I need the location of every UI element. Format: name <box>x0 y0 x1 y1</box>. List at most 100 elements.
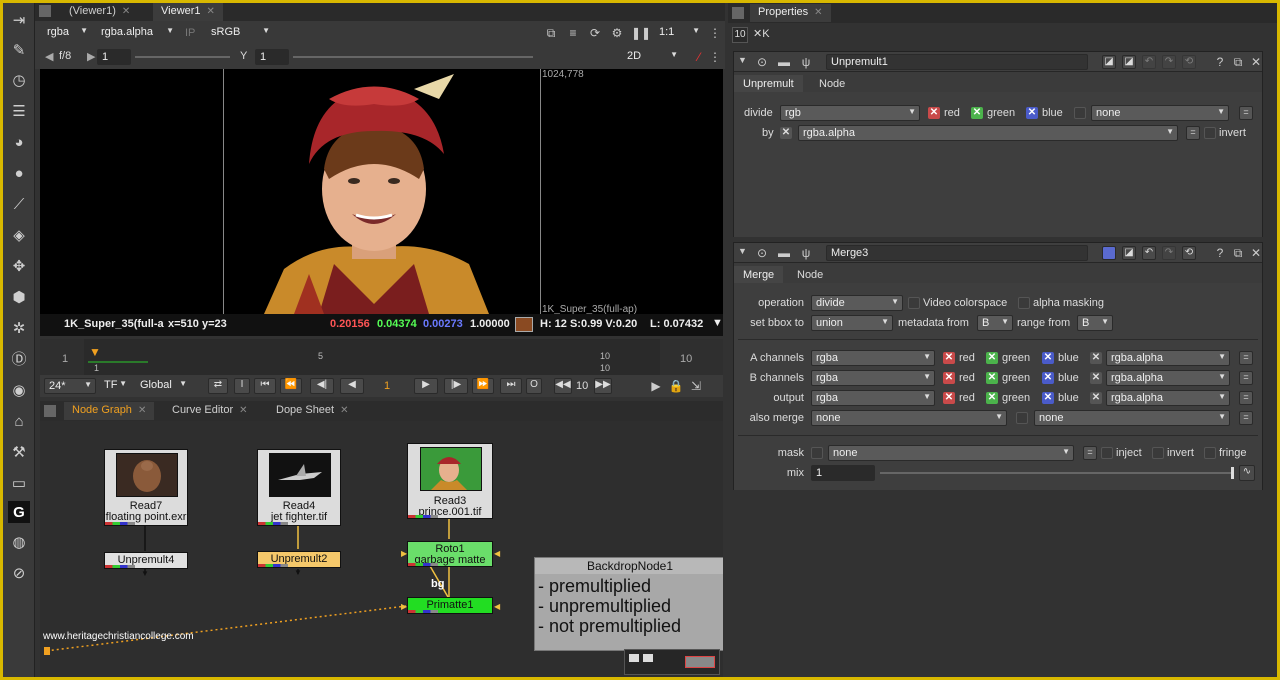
deep-tool-icon[interactable]: Ⓓ <box>8 348 30 370</box>
playhead-icon[interactable]: ▼ <box>89 345 101 359</box>
out-green-checkbox[interactable]: ✕ <box>986 392 998 404</box>
draw-tool-icon[interactable]: ✎ <box>8 39 30 61</box>
roi-icon[interactable]: ⧉ <box>543 25 559 41</box>
video-colorspace-checkbox[interactable] <box>908 297 920 309</box>
timeline-track[interactable]: ▼ 1 5 10 10 <box>84 339 660 375</box>
metadata-tool-icon[interactable]: ⌂ <box>8 410 30 432</box>
fps-dropdown[interactable]: 24* ▼ <box>44 378 96 394</box>
collapse-icon[interactable]: ▼ <box>738 246 747 256</box>
node-icon[interactable]: ψ <box>798 245 814 261</box>
gizmo-g-icon[interactable]: G <box>8 501 30 523</box>
node-name-field[interactable]: Unpremult1 <box>826 54 1088 70</box>
time-tool-icon[interactable]: ◷ <box>8 69 30 91</box>
in-point-button[interactable]: I <box>234 378 250 394</box>
out-alpha-dropdown[interactable]: rgba.alpha ▼ <box>1106 390 1230 406</box>
float-icon[interactable]: ⧉ <box>1230 245 1246 261</box>
close-icon[interactable]: ✕ <box>207 6 215 17</box>
a-blue-checkbox[interactable]: ✕ <box>1042 352 1054 364</box>
edit-icon[interactable]: ◪ <box>1102 55 1116 69</box>
viewer-canvas[interactable]: 1024,778 1K_Super_35(full-ap) <box>40 69 723 315</box>
view-mode-dropdown[interactable]: 2D ▼ <box>623 49 681 65</box>
fringe-checkbox[interactable] <box>1204 447 1216 459</box>
views-tool-icon[interactable]: ◉ <box>8 379 30 401</box>
chevron-down-icon[interactable]: ▼ <box>712 317 723 329</box>
pane-menu-icon[interactable] <box>732 7 744 19</box>
camera-icon[interactable]: ▬ <box>776 245 792 261</box>
3d-tool-icon[interactable]: ⬢ <box>8 286 30 308</box>
collapse-icon[interactable]: ▼ <box>738 55 747 65</box>
camera-icon[interactable]: ▬ <box>776 54 792 70</box>
also-merge-checkbox[interactable] <box>1016 412 1028 424</box>
unpremult2-node[interactable]: Unpremult2 <box>257 551 341 568</box>
flipbook-icon[interactable]: ▶ <box>648 378 664 394</box>
step-forward-icon[interactable]: |▶ <box>444 378 468 394</box>
gamma-field[interactable]: 1 <box>255 49 289 65</box>
mix-slider-handle[interactable] <box>1231 467 1234 479</box>
lock-icon[interactable]: 🔒 <box>668 378 684 394</box>
range-dropdown[interactable]: Global ▼ <box>136 378 190 394</box>
a-alpha-dropdown[interactable]: rgba.alpha ▼ <box>1106 350 1230 366</box>
animation-curve-icon[interactable]: ∿ <box>1239 465 1255 481</box>
pause-icon[interactable]: ❚❚ <box>631 25 651 41</box>
a-channels-dropdown[interactable]: rgba ▼ <box>811 350 935 366</box>
channels-dropdown[interactable]: rgba ▼ <box>43 25 91 41</box>
next-keyframe-icon[interactable]: ⏩ <box>472 378 494 394</box>
viewer-icon[interactable]: ⊙ <box>754 245 770 261</box>
image-tool-icon[interactable]: ⇥ <box>8 9 30 31</box>
tab-node[interactable]: Node <box>810 75 854 93</box>
mask-checkbox[interactable] <box>811 447 823 459</box>
more-icon[interactable]: ⋮ <box>707 25 723 41</box>
stop-left-icon[interactable]: ◀ <box>45 50 53 63</box>
node-graph-minimap[interactable] <box>624 649 720 675</box>
clear-panels-icon[interactable]: ✕K <box>753 27 770 40</box>
tab-viewer1[interactable]: Viewer1 ✕ <box>153 3 223 21</box>
invert-checkbox[interactable] <box>1152 447 1164 459</box>
edit-icon[interactable]: ◪ <box>1122 246 1136 260</box>
increment-field[interactable]: 10 <box>576 380 588 392</box>
out-point-button[interactable]: O <box>526 378 542 394</box>
mask-dropdown[interactable]: none ▼ <box>828 445 1074 461</box>
gamma-slider[interactable] <box>293 56 533 58</box>
b-alpha-checkbox[interactable]: ✕ <box>1090 372 1102 384</box>
alpha-channel-dropdown[interactable]: rgba.alpha ▼ <box>97 25 177 41</box>
link-button[interactable]: = <box>1239 391 1253 405</box>
other-tool-icon[interactable]: ▭ <box>8 472 30 494</box>
gain-slider[interactable] <box>135 56 230 58</box>
toolsets-icon[interactable]: ⚒ <box>8 441 30 463</box>
close-icon[interactable]: ✕ <box>340 405 348 416</box>
inject-checkbox[interactable] <box>1101 447 1113 459</box>
step-back-icon[interactable]: ◀| <box>310 378 334 394</box>
also-merge-dropdown[interactable]: none ▼ <box>811 410 1007 426</box>
a-green-checkbox[interactable]: ✕ <box>986 352 998 364</box>
primatte1-node[interactable]: Primatte1 <box>407 597 493 614</box>
float-icon[interactable]: ⧉ <box>1230 54 1246 70</box>
close-icon[interactable]: ✕ <box>122 6 130 17</box>
color-tool-icon[interactable]: ◕ <box>8 131 30 153</box>
bbox-dropdown[interactable]: union ▼ <box>811 315 893 331</box>
colorspace-dropdown[interactable]: sRGB ▼ <box>207 25 273 41</box>
pane-menu-icon[interactable] <box>39 5 51 17</box>
out-blue-checkbox[interactable]: ✕ <box>1042 392 1054 404</box>
step-back-increment-icon[interactable]: ◀◀ <box>554 378 572 394</box>
tab-merge[interactable]: Merge <box>734 266 784 284</box>
play-forward-icon[interactable]: ▶ <box>414 378 438 394</box>
timeline[interactable]: 1 ▼ 1 5 10 10 10 <box>40 339 723 375</box>
eyedropper-icon[interactable]: ⁄ <box>691 49 707 65</box>
play-reverse-icon[interactable]: ◀ <box>340 378 364 394</box>
merge-tool-icon[interactable]: ◈ <box>8 224 30 246</box>
help-icon[interactable]: ? <box>1212 245 1228 261</box>
gain-field[interactable]: 1 <box>97 49 131 65</box>
undo-icon[interactable]: ↶ <box>1142 246 1156 260</box>
guides-icon[interactable]: ≡ <box>565 25 581 41</box>
node-icon[interactable]: ψ <box>798 54 814 70</box>
keyer-tool-icon[interactable]: ⟋ <box>8 193 30 215</box>
tf-dropdown[interactable]: TF ▼ <box>100 378 130 394</box>
link-button[interactable]: = <box>1186 126 1200 140</box>
range-dropdown[interactable]: B ▼ <box>1077 315 1113 331</box>
by-dropdown[interactable]: rgba.alpha ▼ <box>798 125 1178 141</box>
output-dropdown[interactable]: rgba ▼ <box>811 390 935 406</box>
tab-unpremult[interactable]: Unpremult <box>734 75 803 93</box>
a-alpha-checkbox[interactable]: ✕ <box>1090 352 1102 364</box>
pane-menu-icon[interactable] <box>44 405 56 417</box>
read3-node[interactable]: Read3 prince.001.tif <box>407 443 493 519</box>
